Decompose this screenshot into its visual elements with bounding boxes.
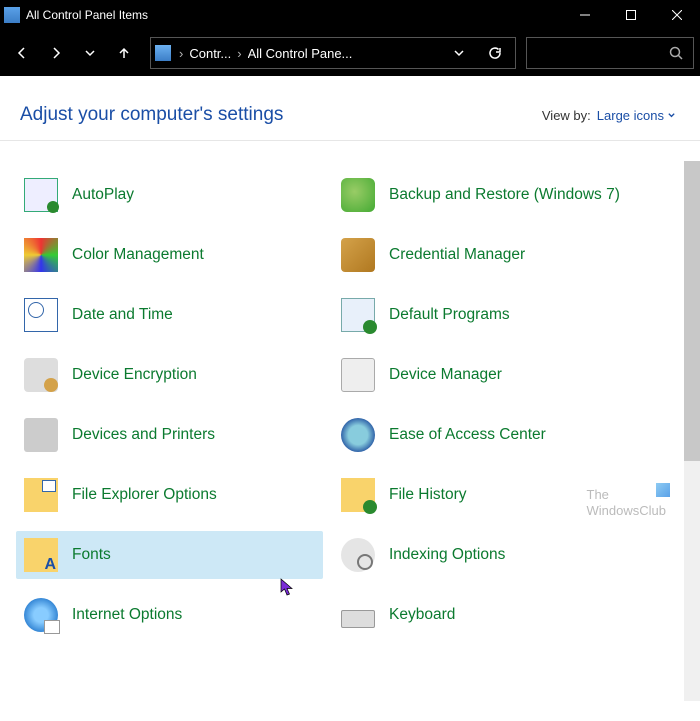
- fonts-icon: [24, 538, 58, 572]
- header-row: Adjust your computer's settings View by:…: [0, 76, 700, 134]
- item-device-manager[interactable]: Device Manager: [333, 351, 640, 399]
- control-panel-icon: [4, 7, 20, 23]
- forward-button[interactable]: [40, 37, 72, 69]
- item-credential-manager[interactable]: Credential Manager: [333, 231, 640, 279]
- item-label: Indexing Options: [389, 546, 505, 564]
- watermark-line1: The: [587, 487, 609, 502]
- backup-restore-icon: [341, 178, 375, 212]
- item-label: Credential Manager: [389, 246, 525, 264]
- item-ease-of-access[interactable]: Ease of Access Center: [333, 411, 640, 459]
- chevron-down-icon: [667, 111, 676, 120]
- item-file-explorer-options[interactable]: File Explorer Options: [16, 471, 323, 519]
- item-label: Backup and Restore (Windows 7): [389, 186, 620, 204]
- breadcrumb-seg-1[interactable]: Contr...: [189, 46, 231, 61]
- watermark-logo-icon: [656, 483, 670, 497]
- item-internet-options[interactable]: Internet Options: [16, 591, 323, 639]
- item-color-management[interactable]: Color Management: [16, 231, 323, 279]
- recent-locations-button[interactable]: [74, 37, 106, 69]
- close-button[interactable]: [654, 0, 700, 30]
- item-label: Color Management: [72, 246, 204, 264]
- device-encryption-icon: [24, 358, 58, 392]
- color-management-icon: [24, 238, 58, 272]
- credential-manager-icon: [341, 238, 375, 272]
- indexing-options-icon: [341, 538, 375, 572]
- item-label: Keyboard: [389, 606, 455, 624]
- item-backup-restore[interactable]: Backup and Restore (Windows 7): [333, 171, 640, 219]
- minimize-button[interactable]: [562, 0, 608, 30]
- item-label: Device Manager: [389, 366, 502, 384]
- navigation-toolbar: › Contr... › All Control Pane...: [0, 30, 700, 76]
- breadcrumb-chevron-icon[interactable]: ›: [177, 46, 185, 61]
- scrollbar-thumb[interactable]: [684, 161, 700, 461]
- back-button[interactable]: [6, 37, 38, 69]
- keyboard-icon: [341, 610, 375, 628]
- address-bar[interactable]: › Contr... › All Control Pane...: [150, 37, 516, 69]
- item-label: Devices and Printers: [72, 426, 215, 444]
- breadcrumb-seg-2[interactable]: All Control Pane...: [248, 46, 353, 61]
- item-label: File Explorer Options: [72, 486, 217, 504]
- item-label: Default Programs: [389, 306, 510, 324]
- item-autoplay[interactable]: AutoPlay: [16, 171, 323, 219]
- internet-options-icon: [24, 598, 58, 632]
- item-devices-printers[interactable]: Devices and Printers: [16, 411, 323, 459]
- address-history-dropdown[interactable]: [443, 38, 475, 68]
- watermark-line2: WindowsClub: [587, 503, 666, 518]
- window-title: All Control Panel Items: [26, 8, 562, 22]
- ease-of-access-icon: [341, 418, 375, 452]
- item-indexing-options[interactable]: Indexing Options: [333, 531, 640, 579]
- devices-printers-icon: [24, 418, 58, 452]
- search-box[interactable]: [526, 37, 694, 69]
- device-manager-icon: [341, 358, 375, 392]
- window-controls: [562, 0, 700, 30]
- date-time-icon: [24, 298, 58, 332]
- view-by-label: View by:: [542, 108, 591, 123]
- search-icon: [669, 46, 683, 60]
- default-programs-icon: [341, 298, 375, 332]
- view-by-value-text: Large icons: [597, 108, 664, 123]
- file-history-icon: [341, 478, 375, 512]
- refresh-button[interactable]: [479, 38, 511, 68]
- file-explorer-options-icon: [24, 478, 58, 512]
- item-device-encryption[interactable]: Device Encryption: [16, 351, 323, 399]
- item-label: AutoPlay: [72, 186, 134, 204]
- item-label: Ease of Access Center: [389, 426, 546, 444]
- item-default-programs[interactable]: Default Programs: [333, 291, 640, 339]
- view-by-value[interactable]: Large icons: [597, 108, 676, 123]
- view-by-control[interactable]: View by: Large icons: [542, 108, 676, 123]
- item-label: Fonts: [72, 546, 111, 564]
- watermark: The WindowsClub: [587, 487, 666, 520]
- item-fonts[interactable]: Fonts: [16, 531, 323, 579]
- header-separator: [0, 140, 700, 141]
- address-cp-icon: [155, 45, 171, 61]
- item-keyboard[interactable]: Keyboard: [333, 591, 640, 639]
- autoplay-icon: [24, 178, 58, 212]
- item-label: File History: [389, 486, 467, 504]
- up-button[interactable]: [108, 37, 140, 69]
- maximize-button[interactable]: [608, 0, 654, 30]
- item-label: Internet Options: [72, 606, 182, 624]
- content-area: AutoPlay Backup and Restore (Windows 7) …: [0, 161, 700, 721]
- item-date-time[interactable]: Date and Time: [16, 291, 323, 339]
- breadcrumb-chevron-icon[interactable]: ›: [235, 46, 243, 61]
- titlebar: All Control Panel Items: [0, 0, 700, 30]
- page-heading: Adjust your computer's settings: [20, 104, 283, 126]
- item-label: Date and Time: [72, 306, 173, 324]
- items-grid: AutoPlay Backup and Restore (Windows 7) …: [0, 161, 700, 639]
- item-label: Device Encryption: [72, 366, 197, 384]
